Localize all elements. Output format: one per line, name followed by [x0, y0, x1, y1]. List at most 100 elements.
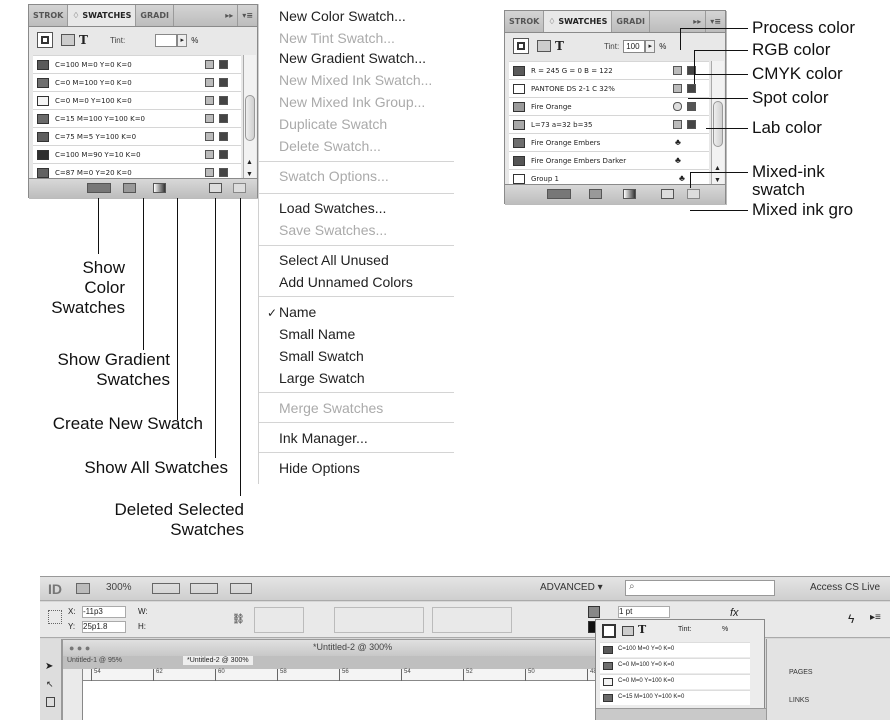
new-swatch-icon[interactable]	[661, 189, 674, 199]
swatch-row[interactable]: C=0 M=0 Y=100 K=0	[600, 674, 750, 689]
transform-icons[interactable]	[432, 607, 512, 633]
tint-label: Tint:	[603, 41, 620, 51]
show-color-swatches-icon[interactable]	[547, 189, 571, 199]
menu-item[interactable]: Select All Unused	[279, 252, 389, 268]
formatting-text-icon[interactable]: T	[555, 39, 564, 53]
horizontal-ruler[interactable]: 54 62 60 58 56 54 52 50 48	[83, 669, 623, 681]
swatch-row[interactable]: Fire Orange	[509, 97, 709, 115]
formatting-container-icon[interactable]	[537, 40, 551, 52]
fill-swatch-icon[interactable]	[588, 606, 600, 618]
fill-stroke-icon[interactable]	[513, 38, 529, 54]
panel-menu-icon[interactable]: ▾≡	[237, 5, 257, 26]
swatch-scrollbar[interactable]: ▲ ▼	[711, 61, 724, 187]
swatch-row[interactable]: R = 245 G = 0 B = 122	[509, 61, 709, 79]
effects-icon[interactable]: fx	[730, 607, 739, 619]
access-cs-live-button[interactable]: Access CS Live	[810, 582, 880, 593]
menu-item[interactable]: New Gradient Swatch...	[279, 50, 426, 66]
reference-point-icon[interactable]	[48, 610, 62, 624]
show-gradient-swatches-icon[interactable]	[123, 183, 136, 193]
canvas[interactable]	[84, 682, 623, 720]
traffic-light-icons[interactable]: ● ● ●	[69, 643, 90, 653]
menu-item[interactable]: Large Swatch	[279, 370, 365, 386]
formatting-container-icon[interactable]	[61, 34, 75, 46]
formatting-container-icon[interactable]	[622, 626, 634, 636]
show-all-swatches-icon[interactable]	[153, 183, 166, 193]
stroke-weight-input[interactable]: 1 pt	[618, 606, 670, 618]
tab-swatches[interactable]: ♢ SWATCHES	[544, 11, 613, 32]
swatch-row[interactable]: C=100 M=0 Y=0 K=0	[600, 642, 750, 657]
menu-item[interactable]: Small Swatch	[279, 348, 364, 364]
menu-item[interactable]: Load Swatches...	[279, 200, 386, 216]
tint-input[interactable]: 100	[623, 39, 646, 53]
scroll-up-icon[interactable]: ▲	[246, 159, 253, 166]
swatch-row[interactable]: C=0 M=0 Y=100 K=0	[33, 91, 241, 109]
swatch-row[interactable]: Fire Orange Embers Darker ♣	[509, 151, 709, 169]
formatting-text-icon[interactable]: T	[638, 623, 646, 636]
panel-links[interactable]: LINKS	[789, 697, 809, 704]
tint-arrow-icon[interactable]: ▸	[177, 33, 188, 47]
menu-item[interactable]: Small Name	[279, 326, 355, 342]
rotate-shear-controls[interactable]	[334, 607, 424, 633]
bridge-icon[interactable]	[76, 583, 90, 594]
zoom-level-select[interactable]: 300%	[106, 582, 132, 593]
scroll-thumb[interactable]	[713, 101, 723, 147]
swatch-row[interactable]: C=0 M=100 Y=0 K=0	[600, 658, 750, 673]
swatch-row[interactable]: PANTONE DS 2-1 C 32%	[509, 79, 709, 97]
menu-item[interactable]: New Color Swatch...	[279, 8, 406, 24]
tab-gradient[interactable]: GRADI	[612, 11, 650, 32]
search-input[interactable]	[625, 580, 775, 596]
tab-untitled-1[interactable]: Untitled-1 @ 95%	[67, 657, 122, 664]
swatch-row[interactable]: C=100 M=90 Y=10 K=0	[33, 145, 241, 163]
tab-swatches[interactable]: ♢ SWATCHES	[68, 5, 137, 26]
tab-gradient[interactable]: GRADI	[136, 5, 174, 26]
selection-tool-icon[interactable]: ➤	[45, 661, 53, 672]
y-position-input[interactable]: 25p1.8	[82, 621, 126, 633]
tab-stroke[interactable]: STROK	[505, 11, 545, 32]
workspace-switcher[interactable]: ADVANCED ▾	[540, 582, 603, 593]
scale-controls[interactable]	[254, 607, 304, 633]
constrain-proportions-icon[interactable]: ⛓	[232, 614, 245, 625]
tab-untitled-2[interactable]: *Untitled-2 @ 300%	[183, 656, 253, 665]
show-all-swatches-icon[interactable]	[623, 189, 636, 199]
delete-swatch-icon[interactable]	[233, 183, 246, 193]
scroll-up-icon[interactable]: ▲	[714, 165, 721, 172]
control-menu-icon[interactable]: ▸≡	[870, 612, 881, 623]
lightning-icon[interactable]: ϟ	[848, 612, 854, 626]
tab-stroke[interactable]: STROK	[29, 5, 69, 26]
color-type-icon	[219, 150, 228, 159]
menu-item[interactable]: Ink Manager...	[279, 430, 368, 446]
fill-stroke-icon[interactable]	[602, 624, 616, 638]
new-swatch-icon[interactable]	[209, 183, 222, 193]
tint-input[interactable]	[155, 33, 178, 47]
swatch-row[interactable]: C=15 M=100 Y=100 K=0	[600, 690, 750, 705]
swatch-name: C=87 M=0 Y=20 K=0	[55, 168, 132, 177]
menu-item[interactable]: Add Unnamed Colors	[279, 274, 413, 290]
direct-selection-tool-icon[interactable]: ↖	[46, 679, 54, 690]
swatch-row[interactable]: Fire Orange Embers ♣	[509, 133, 709, 151]
panel-pages[interactable]: PAGES	[789, 669, 813, 676]
page-tool-icon[interactable]	[46, 697, 55, 707]
fill-stroke-icon[interactable]	[37, 32, 53, 48]
swatch-row[interactable]: C=75 M=5 Y=100 K=0	[33, 127, 241, 145]
swatch-row[interactable]: C=0 M=100 Y=0 K=0	[33, 73, 241, 91]
formatting-text-icon[interactable]: T	[79, 33, 88, 47]
show-gradient-swatches-icon[interactable]	[589, 189, 602, 199]
panel-collapse-icon[interactable]: ▸▸	[221, 5, 237, 26]
tint-arrow-icon[interactable]: ▸	[645, 39, 656, 53]
swatch-row[interactable]: C=100 M=0 Y=0 K=0	[33, 55, 241, 73]
scroll-thumb[interactable]	[245, 95, 255, 141]
view-options-icon[interactable]	[152, 583, 180, 594]
show-color-swatches-icon[interactable]	[87, 183, 111, 193]
scroll-down-icon[interactable]: ▼	[714, 177, 721, 184]
arrange-documents-icon[interactable]	[230, 583, 252, 594]
vertical-ruler[interactable]	[63, 669, 83, 720]
swatch-row[interactable]: C=15 M=100 Y=100 K=0	[33, 109, 241, 127]
screen-mode-icon[interactable]	[190, 583, 218, 594]
swatch-row[interactable]: L=73 a=32 b=35	[509, 115, 709, 133]
swatch-scrollbar[interactable]: ▲ ▼	[243, 55, 256, 181]
scroll-down-icon[interactable]: ▼	[246, 171, 253, 178]
x-position-input[interactable]: -11p3	[82, 606, 126, 618]
menu-item[interactable]: Hide Options	[279, 460, 360, 476]
menu-item[interactable]: Name	[279, 304, 316, 320]
delete-swatch-icon[interactable]	[687, 189, 700, 199]
